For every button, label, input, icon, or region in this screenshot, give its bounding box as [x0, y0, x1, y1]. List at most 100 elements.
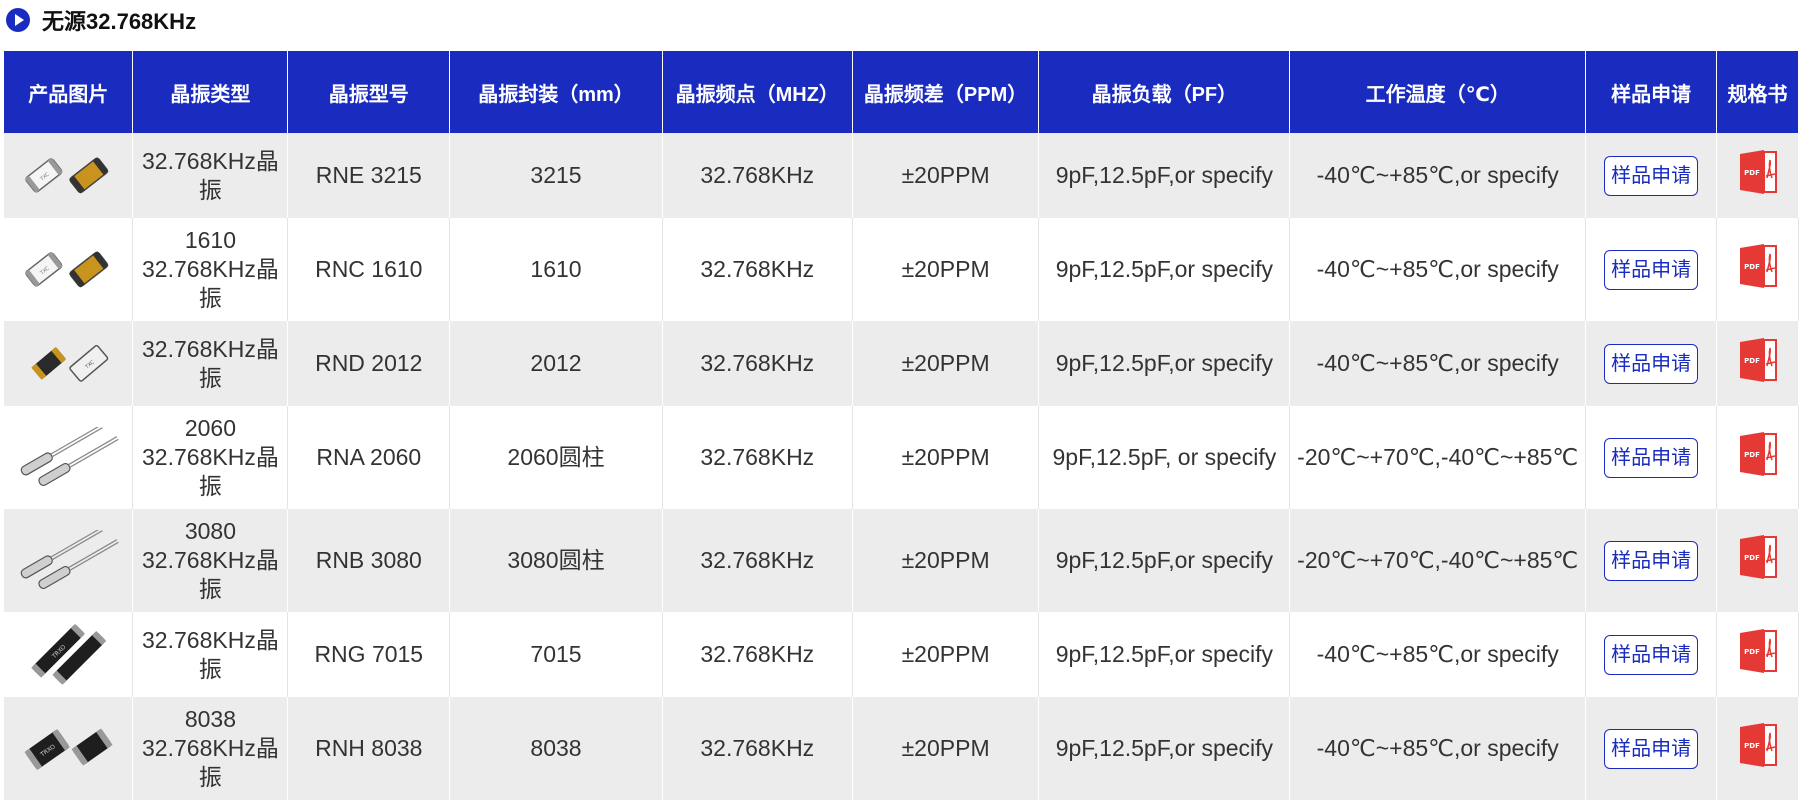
temperature-cell: -40℃~+85℃,or specify	[1289, 612, 1587, 697]
table-row: TRXO 8038 32.768KHz晶振 RNH 8038 8038 32.768KHz…	[4, 697, 1799, 800]
svg-text:PDF: PDF	[1744, 169, 1760, 177]
load-cell: 9pF,12.5pF,or specify	[1038, 321, 1291, 406]
crystal-product-image: TXC	[8, 239, 128, 301]
product-image-cell: TXC	[4, 321, 134, 406]
svg-text:PDF: PDF	[1744, 357, 1760, 365]
sample-cell: 样品申请	[1585, 133, 1718, 218]
temperature-cell: -20℃~+70℃,-40℃~+85℃	[1289, 406, 1587, 509]
crystal-product-image	[8, 529, 128, 592]
header-package: 晶振封装（mm）	[449, 51, 663, 133]
model-cell: RNB 3080	[287, 509, 451, 612]
tolerance-cell: ±20PPM	[852, 218, 1040, 321]
tolerance-cell: ±20PPM	[852, 406, 1040, 509]
package-cell: 8038	[449, 697, 663, 800]
sample-cell: 样品申请	[1585, 612, 1718, 697]
model-cell: RNG 7015	[287, 612, 451, 697]
product-type-line: 32.768KHz晶	[142, 735, 279, 761]
product-type-line: 3080	[184, 518, 237, 544]
product-image-cell	[4, 509, 134, 612]
sample-request-button[interactable]: 样品申请	[1604, 343, 1699, 384]
product-type-line: 32.768KHz晶	[142, 444, 279, 470]
sample-request-button[interactable]: 样品申请	[1604, 728, 1699, 769]
crystal-product-image: TRXO	[8, 718, 128, 780]
product-type-line: 32.768KHz晶	[142, 547, 279, 573]
sample-request-button[interactable]: 样品申请	[1604, 155, 1699, 196]
product-type-line: 振	[198, 576, 222, 602]
pdf-icon[interactable]: PDF	[1736, 242, 1780, 290]
product-image-cell: TRXO	[4, 697, 134, 800]
table-header-row: 产品图片 晶振类型 晶振型号 晶振封装（mm） 晶振频点（MHZ） 晶振频差（P…	[4, 51, 1799, 133]
sample-request-button[interactable]: 样品申请	[1604, 540, 1699, 581]
header-tolerance: 晶振频差（PPM）	[852, 51, 1040, 133]
datasheet-cell: PDF	[1716, 697, 1799, 800]
sample-request-button[interactable]: 样品申请	[1604, 249, 1699, 290]
load-cell: 9pF,12.5pF,or specify	[1038, 509, 1291, 612]
temperature-cell: -40℃~+85℃,or specify	[1289, 218, 1587, 321]
table-row: TRXO 32.768KHz晶振 RNG 7015 7015 32.768KHz ±20P…	[4, 612, 1799, 697]
product-type-line: 32.768KHz晶	[142, 335, 279, 362]
pdf-icon[interactable]: PDF	[1736, 721, 1780, 769]
product-spec-table: 产品图片 晶振类型 晶振型号 晶振封装（mm） 晶振频点（MHZ） 晶振频差（P…	[4, 51, 1799, 800]
pdf-icon[interactable]: PDF	[1736, 148, 1780, 196]
frequency-cell: 32.768KHz	[662, 509, 853, 612]
sample-request-button[interactable]: 样品申请	[1604, 634, 1699, 675]
datasheet-cell: PDF	[1716, 218, 1799, 321]
table-row: TXC 1610 32.768KHz晶振 RNC 1610 1610 32.768KHz ±…	[4, 218, 1799, 321]
tolerance-cell: ±20PPM	[852, 697, 1040, 800]
model-cell: RNA 2060	[287, 406, 451, 509]
product-type-line: 2060	[184, 415, 237, 441]
datasheet-cell: PDF	[1716, 509, 1799, 612]
product-type-line: 振	[198, 285, 222, 311]
product-type-line: 32.768KHz晶	[142, 626, 279, 653]
package-cell: 7015	[449, 612, 663, 697]
product-type-cell: 8038 32.768KHz晶振	[132, 697, 289, 800]
tolerance-cell: ±20PPM	[852, 133, 1040, 218]
model-cell: RNE 3215	[287, 133, 451, 218]
sample-cell: 样品申请	[1585, 321, 1718, 406]
frequency-cell: 32.768KHz	[662, 697, 853, 800]
product-image-cell	[4, 406, 134, 509]
product-type-line: 振	[198, 655, 222, 682]
table-row: 2060 32.768KHz晶振 RNA 2060 2060圆柱 32.768KHz ±2…	[4, 406, 1799, 509]
product-image-cell: TXC	[4, 218, 134, 321]
product-type-cell: 32.768KHz晶振	[132, 133, 289, 218]
product-type-line: 8038	[184, 706, 237, 732]
frequency-cell: 32.768KHz	[662, 321, 853, 406]
header-load: 晶振负载（PF）	[1038, 51, 1291, 133]
frequency-cell: 32.768KHz	[662, 218, 853, 321]
product-type-cell: 32.768KHz晶振	[132, 612, 289, 697]
sample-request-button[interactable]: 样品申请	[1604, 437, 1699, 478]
tolerance-cell: ±20PPM	[852, 321, 1040, 406]
product-type-line: 32.768KHz晶	[142, 256, 279, 282]
product-type-line: 振	[198, 764, 222, 790]
sample-cell: 样品申请	[1585, 697, 1718, 800]
header-model: 晶振型号	[287, 51, 451, 133]
pdf-icon[interactable]: PDF	[1736, 533, 1780, 581]
load-cell: 9pF,12.5pF,or specify	[1038, 133, 1291, 218]
pdf-icon[interactable]: PDF	[1736, 336, 1780, 384]
crystal-product-image	[8, 426, 128, 489]
datasheet-cell: PDF	[1716, 133, 1799, 218]
package-cell: 2060圆柱	[449, 406, 663, 509]
crystal-product-image: TXC	[8, 333, 128, 395]
crystal-product-image: TRXO	[8, 623, 128, 686]
load-cell: 9pF,12.5pF,or specify	[1038, 218, 1291, 321]
frequency-cell: 32.768KHz	[662, 406, 853, 509]
header-frequency: 晶振频点（MHZ）	[662, 51, 853, 133]
table-row: TXC 32.768KHz晶振 RNE 3215 3215 32.768KHz ±20PP…	[4, 133, 1799, 218]
package-cell: 2012	[449, 321, 663, 406]
product-type-line: 振	[198, 473, 222, 499]
load-cell: 9pF,12.5pF, or specify	[1038, 406, 1291, 509]
frequency-cell: 32.768KHz	[662, 612, 853, 697]
datasheet-cell: PDF	[1716, 321, 1799, 406]
tolerance-cell: ±20PPM	[852, 509, 1040, 612]
model-cell: RNC 1610	[287, 218, 451, 321]
svg-text:PDF: PDF	[1744, 554, 1760, 562]
product-type-cell: 2060 32.768KHz晶振	[132, 406, 289, 509]
pdf-icon[interactable]: PDF	[1736, 627, 1780, 675]
temperature-cell: -40℃~+85℃,or specify	[1289, 133, 1587, 218]
product-type-cell: 1610 32.768KHz晶振	[132, 218, 289, 321]
header-temperature: 工作温度（℃）	[1289, 51, 1587, 133]
header-datasheet: 规格书	[1716, 51, 1799, 133]
pdf-icon[interactable]: PDF	[1736, 430, 1780, 478]
